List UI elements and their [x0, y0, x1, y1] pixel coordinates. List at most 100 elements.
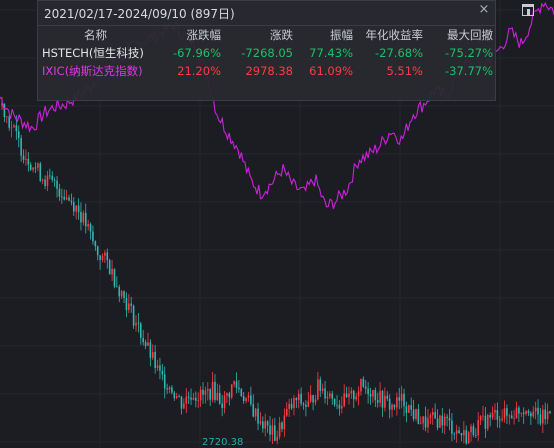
candle-body: [530, 413, 532, 417]
candle-body: [424, 416, 427, 428]
candle-body: [384, 395, 386, 408]
candle-body: [53, 179, 56, 181]
candle-body: [290, 403, 293, 409]
candle-body: [70, 200, 73, 203]
candle-body: [27, 158, 30, 165]
candle-body: [549, 411, 551, 414]
candle-body: [56, 180, 58, 189]
candle-body: [178, 396, 180, 398]
candle-body: [508, 415, 511, 417]
candle-body: [113, 268, 116, 287]
candle-body: [80, 212, 82, 223]
header-name: 名称: [84, 28, 107, 42]
candle-body: [455, 430, 458, 434]
row-change-pct: 21.20%: [177, 64, 221, 78]
candle-body: [111, 268, 113, 275]
candle-body: [171, 387, 173, 393]
candle-body: [410, 405, 413, 410]
candle-body: [204, 390, 207, 395]
candle-body: [510, 415, 513, 419]
candle-body: [118, 286, 121, 297]
candle-body: [329, 393, 331, 397]
candle-body: [532, 411, 535, 417]
candle-body: [44, 179, 46, 186]
stats-header-row: 名称 涨跌幅 涨跌 振幅 年化收益率 最大回撤: [38, 26, 497, 44]
candle-body: [63, 196, 66, 200]
candle-body: [202, 389, 204, 395]
table-row[interactable]: HSTECH(恒生科技) -67.96% -7268.05 77.43% -27…: [38, 44, 497, 62]
candle-body: [324, 388, 326, 399]
candle-body: [479, 416, 482, 421]
candle-body: [496, 410, 499, 420]
candle-body: [386, 395, 389, 399]
candle-body: [116, 286, 118, 288]
candle-body: [539, 414, 542, 424]
candle-body: [400, 393, 403, 401]
candle-body: [300, 393, 302, 404]
candle-body: [546, 411, 549, 420]
candle-body: [460, 433, 463, 436]
candle-body: [333, 398, 336, 405]
candle-body: [431, 412, 434, 416]
candle-body: [379, 390, 381, 403]
candle-body: [470, 426, 472, 433]
candle-body: [132, 305, 135, 326]
candle-body: [3, 103, 6, 118]
candle-body: [211, 381, 214, 400]
candle-body: [22, 155, 25, 160]
candle-body: [101, 255, 104, 260]
candle-body: [216, 392, 219, 400]
date-range: 2021/02/17-2024/09/10 (897日): [44, 7, 235, 21]
candle-body: [362, 378, 365, 387]
candle-body: [369, 394, 372, 397]
table-row[interactable]: IXIC(纳斯达克指数) 21.20% 2978.38 61.09% 5.51%…: [38, 62, 497, 80]
row-name: IXIC(纳斯达克指数): [42, 64, 143, 78]
candle-body: [82, 212, 85, 223]
candle-body: [319, 379, 322, 391]
candle-body: [422, 416, 424, 424]
candle-body: [534, 407, 537, 412]
candle-body: [61, 196, 63, 198]
candle-body: [226, 393, 228, 396]
candle-body: [137, 322, 140, 324]
candle-body: [486, 415, 489, 429]
candle-body: [463, 430, 465, 436]
candle-body: [357, 391, 360, 397]
candle-body: [25, 158, 27, 160]
candle-body: [151, 351, 154, 358]
candle-body: [139, 323, 142, 338]
candle-body: [34, 167, 37, 169]
candle-body: [415, 409, 417, 419]
candle-body: [39, 163, 42, 181]
candle-body: [130, 303, 133, 306]
candle-body: [312, 395, 314, 403]
candle-body: [336, 404, 338, 406]
candle-body: [175, 396, 178, 399]
candle-body: [341, 406, 343, 409]
candle-body: [257, 408, 259, 424]
candle-body: [338, 404, 341, 409]
candle-body: [367, 388, 369, 395]
candle-body: [489, 415, 491, 418]
candle-body: [374, 390, 377, 401]
candle-body: [388, 398, 391, 410]
expand-icon[interactable]: [522, 4, 534, 16]
candle-body: [233, 381, 235, 385]
candle-body: [396, 397, 398, 408]
candle-body: [187, 396, 190, 398]
candle-body: [51, 175, 54, 180]
candle-body: [288, 403, 290, 409]
candle-body: [163, 374, 166, 389]
candle-body: [269, 425, 271, 435]
candle-body: [317, 379, 319, 400]
candle-body: [321, 388, 324, 391]
candle-body: [297, 393, 300, 401]
close-icon[interactable]: ×: [477, 3, 491, 17]
candle-body: [142, 337, 144, 343]
candle-body: [412, 409, 415, 419]
candle-body: [166, 388, 168, 390]
stats-panel: 2021/02/17-2024/09/10 (897日) × 名称 涨跌幅 涨跌…: [37, 0, 496, 101]
candle-body: [266, 421, 269, 426]
row-annualized: 5.51%: [386, 64, 423, 78]
candle-body: [252, 404, 255, 417]
